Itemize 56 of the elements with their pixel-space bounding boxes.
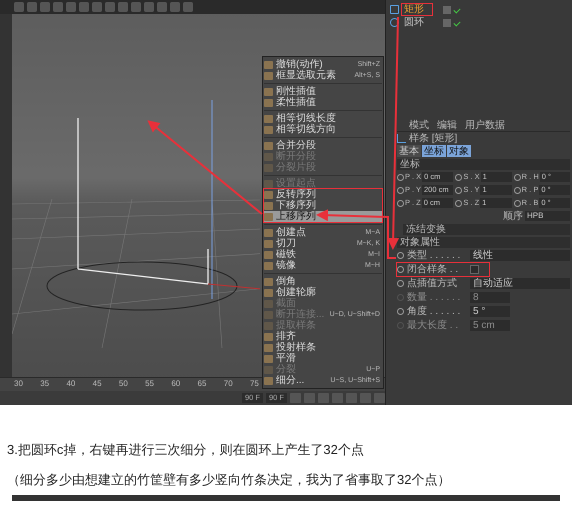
field-label: 角度 . . . . . .: [407, 304, 462, 319]
caption-text: （细分多少由想建立的竹筐壁有多少竖向竹条决定，我为了省事取了32个点）: [7, 471, 452, 489]
menu-item[interactable]: 相等切线方向: [264, 124, 382, 135]
number-field[interactable]: 5 °: [470, 306, 510, 317]
spline-icon: [397, 134, 406, 143]
dropdown-field[interactable]: 自动适应: [470, 278, 570, 289]
attribute-tab[interactable]: 对象: [447, 145, 471, 157]
menu-item[interactable]: 反转序列: [264, 189, 382, 200]
attribute-menu-item[interactable]: 模式: [409, 120, 429, 131]
timeline-tick-label: 60: [171, 378, 180, 390]
attribute-tab[interactable]: 基本: [397, 145, 421, 157]
menu-item[interactable]: 创建轮廓: [264, 287, 382, 298]
field-label: 数量 . . . . . .: [407, 291, 462, 305]
checkbox[interactable]: [470, 265, 479, 274]
field-label: 闭合样条 . .: [407, 262, 460, 277]
freeze-transform-header[interactable]: 冻结变换: [403, 224, 570, 235]
timeline-tick-label: 55: [145, 378, 154, 390]
timeline-tick-label: 70: [224, 378, 233, 390]
playback-button[interactable]: [318, 393, 329, 403]
menu-item[interactable]: 投射样条: [264, 342, 382, 353]
attribute-menu-item[interactable]: 编辑: [437, 120, 457, 131]
playback-button[interactable]: [374, 393, 385, 403]
playback-button[interactable]: [346, 393, 357, 403]
playback-button[interactable]: [290, 393, 301, 403]
caption-text: 3.把圆环c掉，右键再进行三次细分，则在圆环上产生了32个点: [7, 441, 365, 459]
timeline-tick-label: 40: [66, 378, 76, 390]
timeline-tick-label: 45: [92, 378, 102, 390]
timeline-tick-label: 35: [40, 378, 50, 390]
object-name[interactable]: 矩形: [402, 4, 432, 15]
order-dropdown[interactable]: HPB: [525, 211, 570, 221]
attribute-menu-item[interactable]: 用户数据: [465, 120, 505, 131]
field-label: 顺序: [503, 210, 523, 224]
field-label: 点插值方式: [407, 276, 458, 291]
menu-item[interactable]: 倒角: [264, 276, 382, 287]
playback-button[interactable]: [360, 393, 371, 403]
menu-item[interactable]: 排齐: [264, 331, 382, 342]
section-header: 坐标: [397, 159, 570, 170]
timeline-tick-label: 65: [198, 378, 206, 390]
attribute-tab[interactable]: 坐标: [422, 145, 446, 157]
menu-item[interactable]: 相等切线长度: [264, 113, 382, 124]
menu-item[interactable]: 合并分段: [264, 140, 382, 151]
field-label: 类型 . . . . . .: [407, 248, 462, 263]
field-label: 最大长度 . .: [407, 318, 460, 333]
dropdown-field[interactable]: 线性: [470, 250, 570, 261]
section-header: 对象属性: [397, 237, 570, 248]
timeline-tick-label: 50: [118, 378, 128, 390]
menu-item[interactable]: 平滑: [264, 353, 382, 364]
timeline-tick-label: 75: [250, 378, 259, 390]
timeline-tick-label: 30: [14, 378, 23, 390]
menu-item[interactable]: 柔性插值: [264, 97, 382, 108]
object-title: 样条 [矩形]: [409, 132, 458, 146]
menu-item[interactable]: 下移序列: [264, 200, 382, 211]
playback-button[interactable]: [332, 393, 343, 403]
playback-button[interactable]: [304, 393, 315, 403]
object-name[interactable]: 圆环: [402, 17, 432, 28]
menu-item[interactable]: 刚性插值: [264, 86, 382, 97]
